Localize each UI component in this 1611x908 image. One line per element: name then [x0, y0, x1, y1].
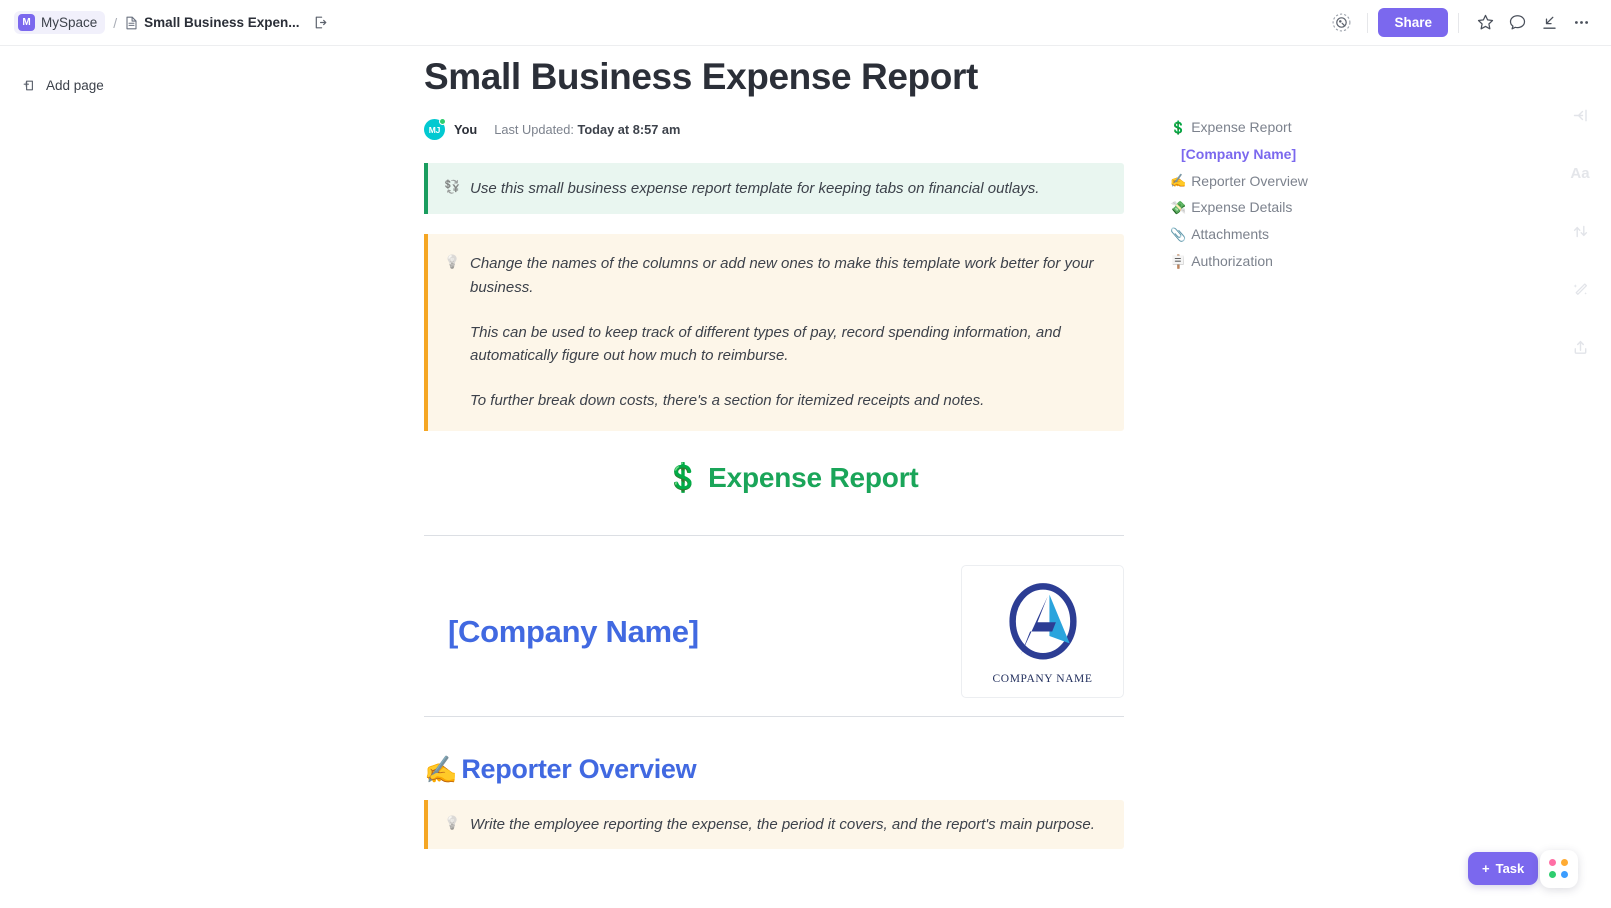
share-button[interactable]: Share	[1378, 8, 1448, 37]
share-export-icon[interactable]	[1563, 330, 1597, 364]
placard-icon: 🪧	[1170, 253, 1187, 269]
heading-reporter-overview-text: Reporter Overview	[461, 754, 697, 784]
breadcrumb-space[interactable]: M MySpace	[14, 11, 106, 34]
star-icon[interactable]	[1469, 7, 1501, 39]
currency-exchange-icon: 💱	[444, 179, 461, 194]
company-logo-caption: COMPANY NAME	[992, 672, 1093, 685]
top-bar-actions: Share	[1325, 7, 1611, 39]
writing-hand-icon: ✍️	[424, 754, 458, 785]
callout-tips-p2: This can be used to keep track of differ…	[470, 323, 1061, 364]
add-page-button[interactable]: Add page	[14, 74, 112, 97]
callout-intro: 💱 Use this small business expense report…	[424, 163, 1124, 215]
callout-reporter: 💡 Write the employee reporting the expen…	[424, 799, 1124, 849]
paperclip-icon: 📎	[1170, 226, 1187, 242]
outline-item-attachments[interactable]: 📎 Attachments	[1170, 221, 1500, 248]
breadcrumb: M MySpace / Small Business Expen...	[0, 11, 328, 34]
breadcrumb-doc-name: Small Business Expen...	[144, 15, 300, 30]
font-size-icon[interactable]: Aa	[1563, 156, 1597, 190]
heading-expense-report-text: Expense Report	[708, 461, 919, 493]
outline-item-authorization[interactable]: 🪧 Authorization	[1170, 248, 1500, 275]
space-name: MySpace	[41, 15, 98, 30]
font-size-glyph: Aa	[1570, 164, 1590, 182]
apps-dot-3	[1549, 870, 1556, 878]
open-in-new-icon[interactable]	[313, 15, 328, 30]
outline-item-label: Expense Details	[1191, 199, 1293, 216]
comment-icon[interactable]	[1501, 7, 1533, 39]
add-task-button[interactable]: + Task	[1468, 852, 1539, 885]
company-logo-icon	[1008, 582, 1077, 659]
toolbar-divider	[1367, 12, 1369, 33]
outline-item-label: [Company Name]	[1181, 145, 1297, 162]
outline-panel: 💲 Expense Report [Company Name] ✍️ Repor…	[1170, 46, 1500, 275]
last-updated-prefix: Last Updated:	[494, 122, 574, 137]
heavy-dollar-sign-icon: 💲	[1170, 119, 1187, 135]
relationships-icon[interactable]	[1563, 214, 1597, 248]
callout-reporter-text: Write the employee reporting the expense…	[470, 815, 1095, 833]
breadcrumb-doc[interactable]: Small Business Expen...	[125, 15, 299, 30]
apps-grid-button[interactable]	[1540, 850, 1578, 888]
ai-wand-icon[interactable]	[1563, 272, 1597, 306]
outline-item-label: Expense Report	[1191, 119, 1292, 135]
writing-hand-icon: ✍️	[1170, 173, 1187, 189]
collapse-panel-icon[interactable]	[1563, 98, 1597, 132]
top-bar: M MySpace / Small Business Expen... Shar…	[0, 0, 1611, 46]
divider-bottom	[424, 715, 1124, 717]
page-title: Small Business Expense Report	[424, 56, 978, 97]
space-badge: M	[18, 14, 35, 31]
author-label: You	[454, 122, 478, 137]
lightbulb-icon-2: 💡	[444, 814, 461, 830]
outline-item-reporter-overview[interactable]: ✍️ Reporter Overview	[1170, 168, 1500, 195]
document-icon	[125, 16, 138, 30]
company-name: [Company Name]	[448, 613, 699, 649]
outline-item-label: Reporter Overview	[1191, 172, 1308, 189]
apps-dot-2	[1560, 859, 1568, 866]
divider-top	[424, 534, 1124, 536]
add-page-label: Add page	[46, 78, 104, 93]
left-sidebar: Add page	[0, 46, 400, 908]
callout-reporter-body: Write the employee reporting the expense…	[470, 813, 1104, 836]
outline-item-expense-report[interactable]: 💲 Expense Report	[1170, 114, 1500, 141]
callout-intro-text: Use this small business expense report t…	[470, 180, 1040, 197]
document-meta: MJ You Last Updated: Today at 8:57 am	[424, 118, 1160, 140]
apps-dot-1	[1549, 859, 1556, 866]
last-updated-value: Today at 8:57 am	[577, 122, 681, 137]
callout-tips-body: Change the names of the columns or add n…	[470, 252, 1104, 412]
document-body: Small Business Expense Report MJ You Las…	[400, 46, 1160, 908]
heading-expense-report: 💲 Expense Report	[424, 461, 1160, 494]
privacy-toggle-icon[interactable]	[1325, 7, 1357, 39]
outline-item-label: Attachments	[1191, 226, 1270, 243]
add-task-label: Task	[1495, 861, 1525, 876]
callout-tips-p3: To further break down costs, there's a s…	[470, 392, 985, 410]
lightbulb-icon: 💡	[444, 254, 461, 270]
heavy-dollar-sign-icon: 💲	[665, 461, 701, 493]
outline-item-label: Authorization	[1191, 252, 1273, 269]
outline-item-expense-details[interactable]: 💸 Expense Details	[1170, 194, 1500, 221]
company-logo-card: COMPANY NAME	[961, 565, 1124, 698]
company-section: [Company Name] COMPANY NAME	[424, 558, 1124, 706]
plus-icon: +	[1482, 861, 1490, 876]
breadcrumb-separator: /	[113, 14, 118, 31]
outline-item-company-name[interactable]: [Company Name]	[1170, 141, 1500, 168]
money-with-wings-icon: 💸	[1170, 199, 1187, 215]
presence-indicator	[439, 118, 446, 125]
last-updated: Last Updated: Today at 8:57 am	[494, 122, 680, 137]
ellipsis-icon[interactable]	[1565, 7, 1597, 39]
toolbar-divider-2	[1458, 12, 1459, 33]
callout-intro-body: Use this small business expense report t…	[470, 177, 1106, 200]
download-icon[interactable]	[1533, 7, 1565, 39]
add-page-icon	[22, 78, 37, 93]
avatar[interactable]: MJ	[424, 118, 446, 140]
callout-tips-p1: Change the names of the columns or add n…	[470, 255, 1094, 296]
heading-reporter-overview: ✍️ Reporter Overview	[424, 754, 1160, 786]
apps-dot-4	[1560, 870, 1568, 878]
right-rail: Aa	[1549, 46, 1611, 908]
callout-tips: 💡 Change the names of the columns or add…	[424, 234, 1124, 431]
